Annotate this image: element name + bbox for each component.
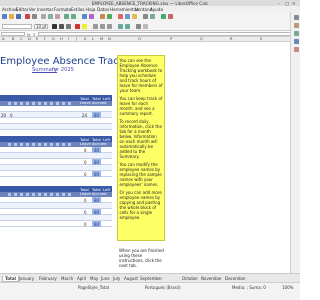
note-paragraph: You can keep track of leave for each mon… [119,95,163,116]
draw-icon[interactable] [168,14,173,19]
note-tail-text: When you are finished using these instru… [119,248,164,268]
redo-icon[interactable] [71,14,76,19]
undo-icon[interactable] [64,14,69,19]
status-bar: PageStyle_Total Portugués (Brasil) Media… [0,282,300,300]
print-icon[interactable] [32,14,37,19]
sort-icon[interactable] [82,14,87,19]
zoom-level[interactable]: 100% [282,285,293,290]
gallery-icon[interactable] [293,31,299,36]
italic-icon[interactable] [59,24,64,29]
cell[interactable]: 0 [84,172,87,177]
close-icon[interactable]: ✕ [292,1,296,6]
save-icon[interactable] [16,14,21,19]
col-header[interactable]: F [44,37,46,41]
special-char-icon[interactable] [118,14,123,19]
col-header[interactable]: A [2,37,4,41]
year-label: for 2025 [52,67,74,73]
col-header[interactable]: C [20,37,23,41]
table-row[interactable]: 0 80 [0,221,112,227]
highlight-icon[interactable] [82,24,87,29]
percent-icon[interactable] [125,24,130,29]
formula-input[interactable] [38,31,298,37]
spreadsheet-grid[interactable]: Employee Absence Tracking Summary for 20… [0,42,300,273]
shape-icon[interactable] [161,14,166,19]
col-header[interactable]: D [28,37,31,41]
font-color-icon[interactable] [75,24,80,29]
maximize-icon[interactable]: □ [285,1,289,6]
col-header[interactable]: S [260,37,262,41]
col-header[interactable]: P [170,37,172,41]
note-paragraph: Or you can add more employee names by co… [119,189,162,220]
navigator-icon[interactable] [293,39,299,44]
styles-icon[interactable] [293,23,299,28]
underline-icon[interactable] [66,24,71,29]
col-header[interactable]: E [36,37,38,41]
properties-icon[interactable] [293,15,299,20]
col-header[interactable]: H [60,37,63,41]
note-tail: When you are finished using these instru… [119,248,165,268]
page-style: PageStyle_Total [78,284,110,290]
sidebar-deck [290,12,300,273]
col-header[interactable]: O [138,37,141,41]
pivot-icon[interactable] [107,14,112,19]
open-icon[interactable] [9,14,14,19]
currency-icon[interactable] [118,24,123,29]
col-header[interactable]: B [12,37,14,41]
col-header[interactable]: I [68,37,69,41]
borders-icon[interactable] [136,24,141,29]
note-paragraph: You can modify the employee names by rep… [119,161,162,187]
comment-icon[interactable] [132,14,137,19]
employee-block: Total Total Left Leave Accrued Left 20 0… [0,95,112,130]
col-header[interactable]: Q [200,37,203,41]
table-row[interactable]: 0 80 [0,171,112,177]
font-size-box[interactable]: 10 pt [34,24,48,29]
new-icon[interactable] [2,14,7,19]
col-header[interactable]: R [230,37,233,41]
instructions-note[interactable]: You can see the Employee Absence Trackin… [117,55,165,241]
col-header[interactable]: K [84,37,86,41]
col-header[interactable]: M [100,37,103,41]
align-left-icon[interactable] [93,24,98,29]
col-header[interactable]: J [76,37,77,41]
paste-icon[interactable] [55,14,60,19]
note-paragraph: To record daily information, click the t… [119,118,162,159]
cell-value: 80 [93,221,100,227]
font-name-box[interactable] [2,24,32,29]
bold-icon[interactable] [52,24,57,29]
col-header[interactable]: G [52,37,55,41]
employee-block: Total Total Left Leave Accrued Left 0 80… [0,186,112,229]
freeze-icon[interactable] [143,14,148,19]
copy-icon[interactable] [48,14,53,19]
link-icon[interactable] [125,14,130,19]
export-pdf-icon[interactable] [25,14,30,19]
align-right-icon[interactable] [107,24,112,29]
window-title: EMPLOYEE_ABSENCE_TRACKING.xlsx — LibreOf… [91,0,209,6]
filter-icon[interactable] [89,14,94,19]
minimize-icon[interactable]: – [278,1,280,6]
split-icon[interactable] [150,14,155,19]
functions-icon[interactable] [293,47,299,52]
cell-value: 80 [93,171,100,177]
background-color-icon[interactable] [143,24,148,29]
name-box[interactable] [1,31,25,37]
note-paragraph: You can see the Employee Absence Trackin… [119,57,163,93]
accrued-cell[interactable]: 80 [92,221,101,227]
accrued-cell[interactable]: 80 [92,171,101,177]
chart-icon[interactable] [100,14,105,19]
table-row[interactable] [0,124,112,130]
align-center-icon[interactable] [100,24,105,29]
employee-block: Total Total Left Leave Accrued Left 0 80… [0,136,112,179]
sheet-tabs: Total January February March April May J… [0,273,300,282]
selection-sum: Media: ; Suma: 0 [232,284,266,290]
cell[interactable]: 0 [84,222,87,227]
language-status[interactable]: Portugués (Brasil) [145,285,181,290]
col-header[interactable]: L [92,37,94,41]
col-header[interactable]: N [108,37,111,41]
cut-icon[interactable] [41,14,46,19]
